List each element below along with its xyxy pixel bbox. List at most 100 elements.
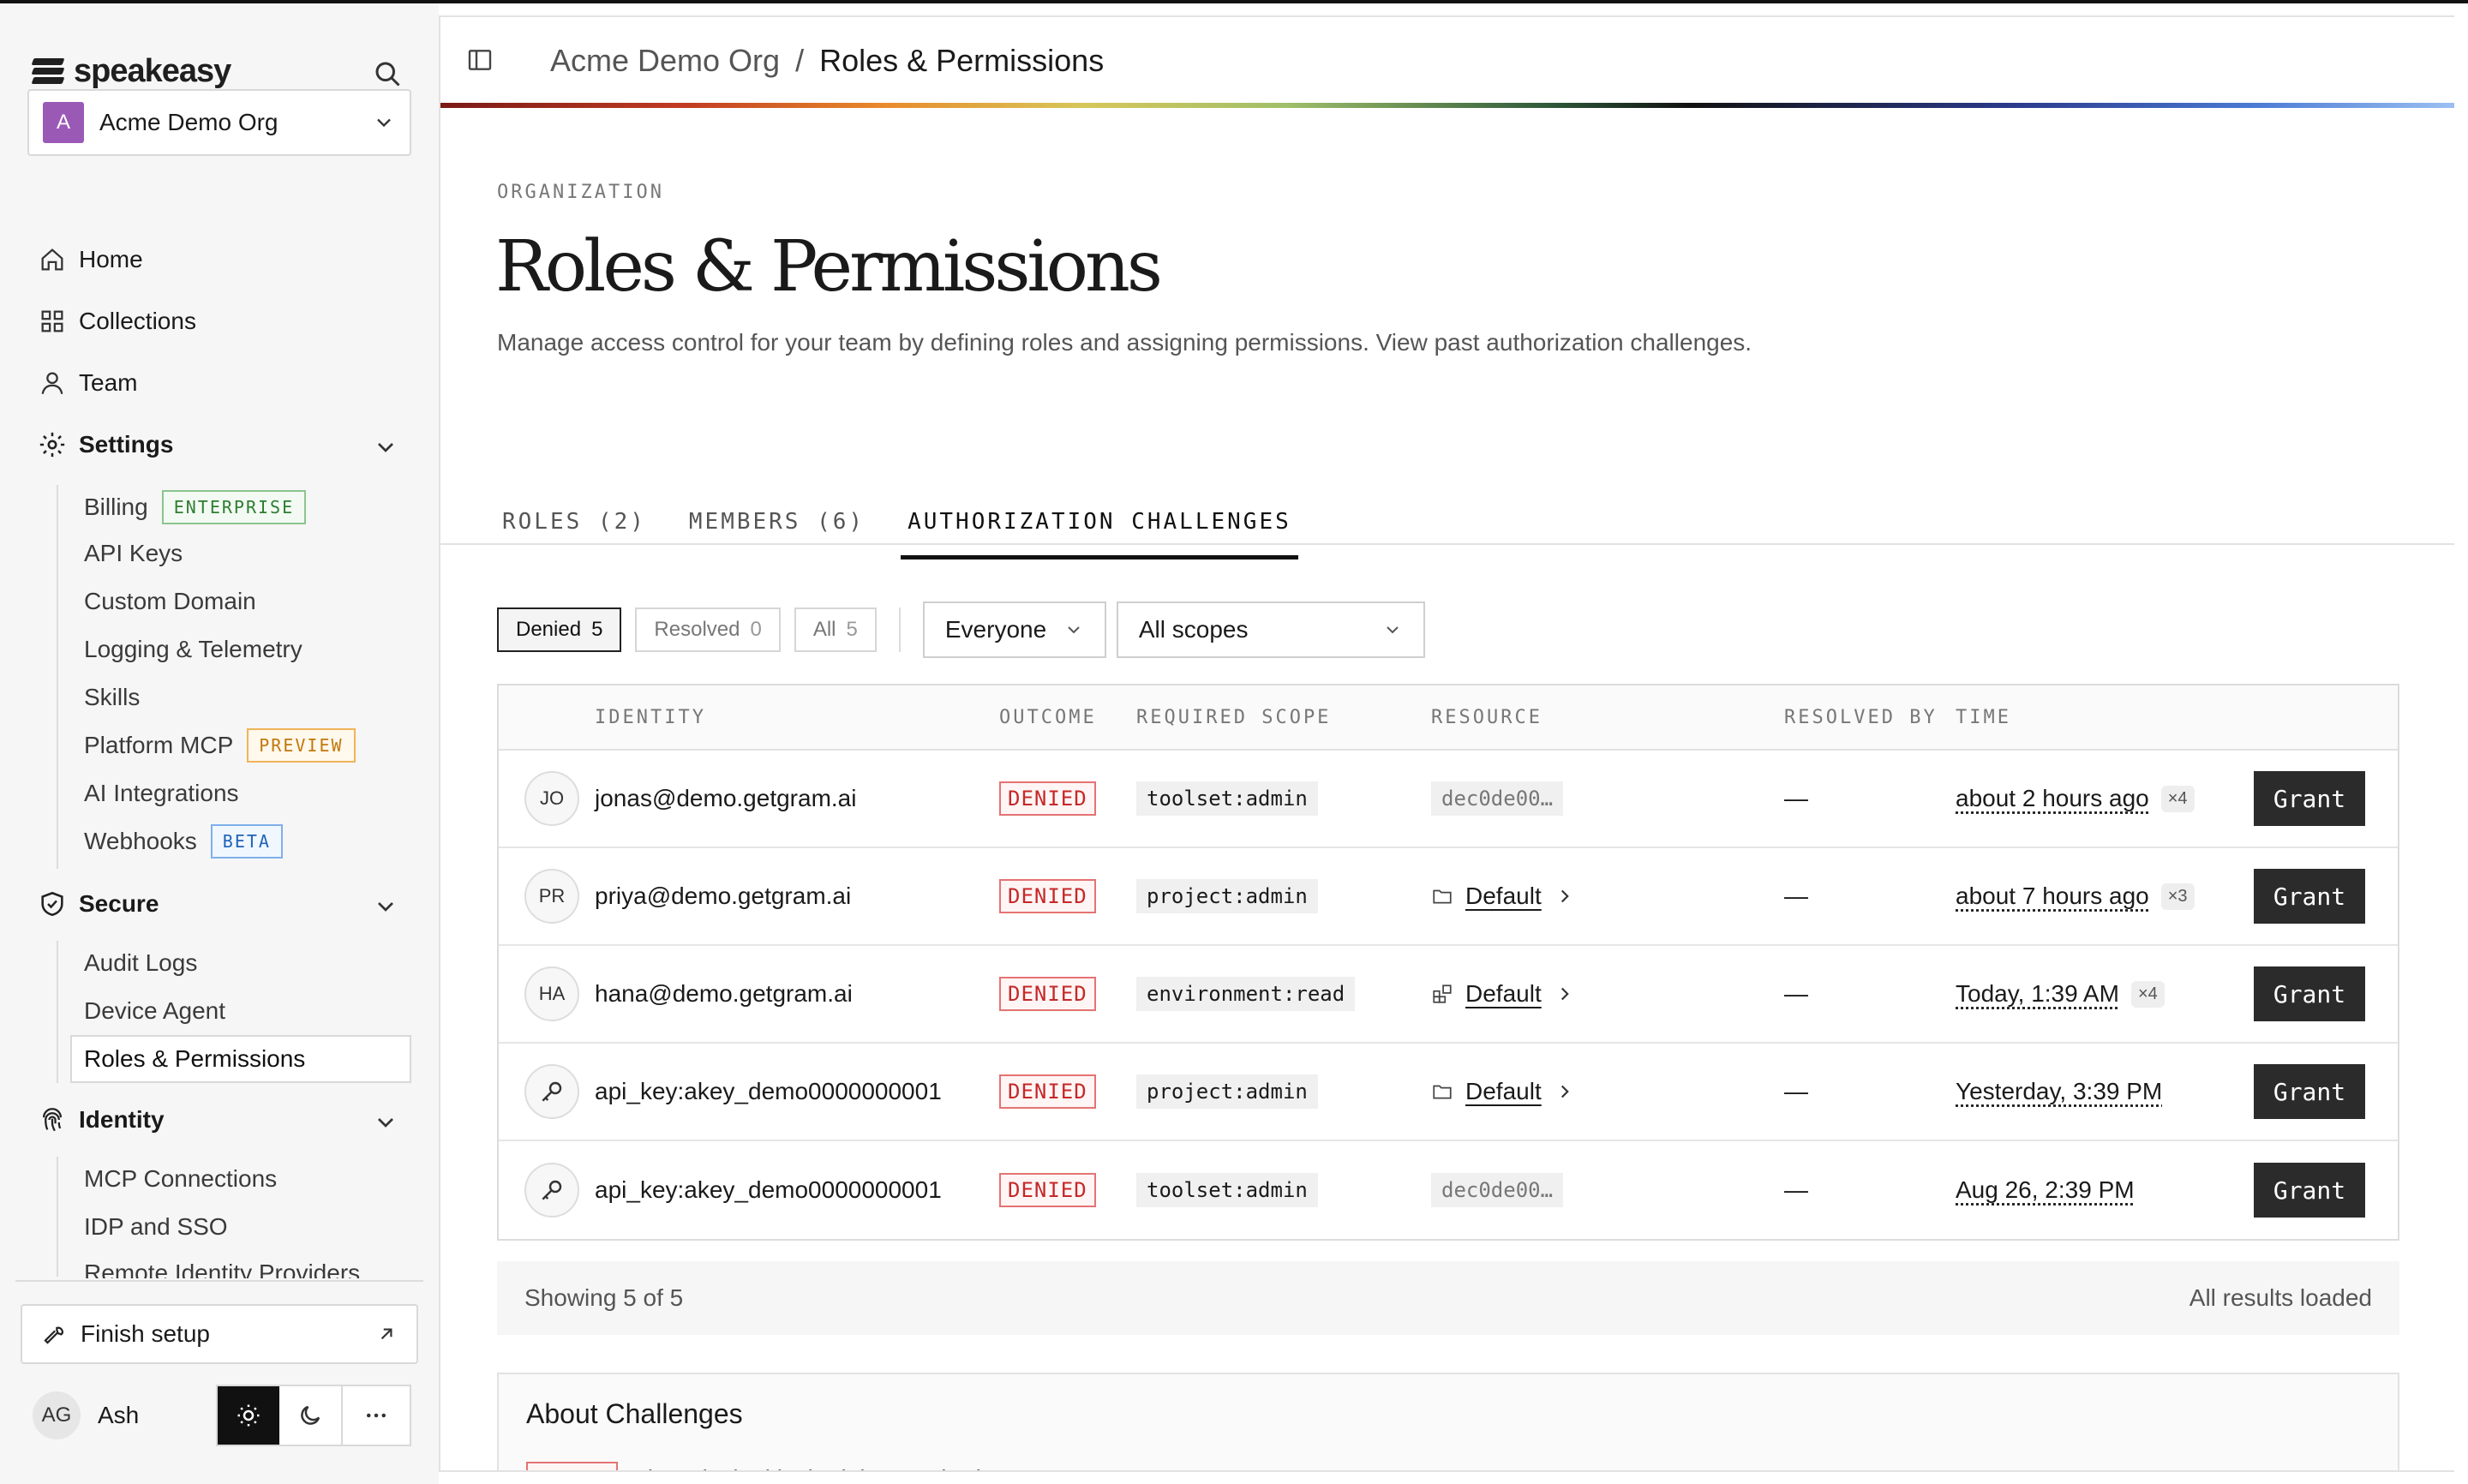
sidebar-item-platform-mcp[interactable]: Platform MCP PREVIEW bbox=[84, 728, 356, 763]
table-row: PR priya@demo.getgram.ai DENIED project:… bbox=[499, 848, 2398, 946]
identity: api_key:akey_demo0000000001 bbox=[595, 1078, 942, 1104]
logo-text: speakeasy bbox=[74, 53, 231, 89]
main-panel: Acme Demo Org / Roles & Permissions ORGA… bbox=[439, 15, 2454, 1472]
sidebar-item-roles-permissions[interactable]: Roles & Permissions bbox=[84, 1045, 305, 1073]
tab-authorization-challenges[interactable]: AUTHORIZATION CHALLENGES bbox=[901, 490, 1298, 559]
grant-button[interactable]: Grant bbox=[2254, 771, 2365, 826]
scope-select[interactable]: All scopes bbox=[1116, 601, 1425, 658]
avatar: AG bbox=[33, 1391, 81, 1439]
required-scope: toolset:admin bbox=[1136, 1173, 1318, 1207]
user-icon bbox=[41, 372, 63, 395]
resource-link[interactable]: Default bbox=[1431, 1078, 1576, 1105]
timestamp[interactable]: about 2 hours ago bbox=[1956, 785, 2149, 812]
environment-icon bbox=[1433, 984, 1452, 1003]
chevron-down-icon bbox=[377, 118, 391, 128]
filter-denied[interactable]: Denied 5 bbox=[497, 607, 622, 652]
preview-badge: PREVIEW bbox=[247, 728, 356, 763]
tab-underline bbox=[440, 543, 2454, 545]
nav-secure[interactable]: Secure bbox=[38, 889, 159, 919]
sidebar-item-webhooks[interactable]: Webhooks BETA bbox=[84, 824, 283, 859]
about-title: About Challenges bbox=[526, 1398, 743, 1429]
filter-count: 5 bbox=[846, 618, 858, 641]
chevron-down-icon[interactable] bbox=[372, 1109, 399, 1136]
filter-count: 5 bbox=[591, 618, 603, 641]
sidebar-item-skills[interactable]: Skills bbox=[84, 684, 140, 711]
nav-home[interactable]: Home bbox=[38, 245, 143, 274]
time-cell: about 7 hours ago ×3 bbox=[1956, 883, 2195, 910]
resolved-by: — bbox=[1784, 785, 1808, 811]
gradient-divider bbox=[440, 103, 2454, 108]
timestamp[interactable]: Yesterday, 3:39 PM bbox=[1956, 1078, 2162, 1105]
sidebar-item-label: AI Integrations bbox=[84, 780, 239, 806]
resolved-by: — bbox=[1784, 1176, 1808, 1203]
sidebar-item-device-agent[interactable]: Device Agent bbox=[84, 997, 225, 1025]
sidebar-item-label: API Keys bbox=[84, 540, 183, 566]
resource-link[interactable]: Default bbox=[1431, 980, 1576, 1008]
timestamp[interactable]: about 7 hours ago bbox=[1956, 883, 2149, 910]
chevron-down-icon[interactable] bbox=[372, 893, 399, 920]
select-value: All scopes bbox=[1138, 616, 1249, 643]
grant-button[interactable]: Grant bbox=[2254, 1064, 2365, 1119]
sidebar-item-custom-domain[interactable]: Custom Domain bbox=[84, 588, 256, 615]
table-row: HA hana@demo.getgram.ai DENIED environme… bbox=[499, 946, 2398, 1044]
resource-link[interactable]: Default bbox=[1431, 883, 1576, 910]
sidebar-item-label: Device Agent bbox=[84, 997, 225, 1024]
beta-badge: BETA bbox=[210, 824, 283, 859]
timestamp[interactable]: Today, 1:39 AM bbox=[1956, 980, 2119, 1008]
sidebar-item-logging[interactable]: Logging & Telemetry bbox=[84, 636, 303, 663]
sidebar-divider bbox=[15, 1280, 423, 1282]
grant-button[interactable]: Grant bbox=[2254, 869, 2365, 924]
nav-collections[interactable]: Collections bbox=[38, 307, 196, 336]
timestamp[interactable]: Aug 26, 2:39 PM bbox=[1956, 1176, 2135, 1204]
time-cell: about 2 hours ago ×4 bbox=[1956, 785, 2195, 812]
page-eyebrow: ORGANIZATION bbox=[497, 182, 664, 203]
filter-label: Denied bbox=[516, 618, 582, 641]
tab-roles[interactable]: ROLES (2) bbox=[495, 490, 653, 559]
tab-members[interactable]: MEMBERS (6) bbox=[682, 490, 872, 559]
required-scope: project:admin bbox=[1136, 1074, 1318, 1109]
sidebar-item-billing[interactable]: Billing ENTERPRISE bbox=[84, 490, 307, 524]
more-button[interactable] bbox=[341, 1386, 410, 1445]
breadcrumb-org[interactable]: Acme Demo Org bbox=[550, 43, 780, 79]
folder-icon bbox=[1433, 1085, 1452, 1099]
sidebar-item-api-keys[interactable]: API Keys bbox=[84, 540, 183, 567]
speakeasy-logo-icon bbox=[31, 57, 65, 87]
sidebar-item-idp-sso[interactable]: IDP and SSO bbox=[84, 1213, 228, 1241]
resource-id: dec0de00… bbox=[1431, 781, 1564, 816]
dark-mode-button[interactable] bbox=[279, 1386, 341, 1445]
home-icon bbox=[41, 248, 63, 271]
search-icon[interactable] bbox=[372, 58, 403, 89]
results-status: All results loaded bbox=[2189, 1284, 2372, 1311]
nav-settings[interactable]: Settings bbox=[38, 430, 173, 459]
required-scope: environment:read bbox=[1136, 977, 1356, 1011]
nav-team[interactable]: Team bbox=[38, 368, 137, 398]
time-cell: Yesterday, 3:39 PM bbox=[1956, 1078, 2162, 1105]
identity-select[interactable]: Everyone bbox=[922, 601, 1106, 658]
sidebar-item-mcp-connections[interactable]: MCP Connections bbox=[84, 1165, 277, 1193]
time-cell: Today, 1:39 AM ×4 bbox=[1956, 980, 2165, 1008]
user-menu[interactable]: AG Ash bbox=[33, 1391, 139, 1439]
grant-button[interactable]: Grant bbox=[2254, 1163, 2365, 1218]
sidebar-toggle-icon[interactable] bbox=[466, 46, 494, 74]
sidebar-item-label: Skills bbox=[84, 684, 141, 710]
count-badge: ×4 bbox=[2130, 980, 2165, 1008]
challenges-table: IDENTITY OUTCOME REQUIRED SCOPE RESOURCE… bbox=[497, 684, 2399, 1241]
filter-resolved[interactable]: Resolved 0 bbox=[635, 607, 781, 652]
nav-identity[interactable]: Identity bbox=[38, 1105, 165, 1134]
sidebar-item-remote-idp[interactable]: Remote Identity Providers bbox=[84, 1260, 360, 1278]
logo[interactable]: speakeasy bbox=[31, 53, 231, 90]
sidebar-item-label: Platform MCP bbox=[84, 732, 234, 758]
filter-all[interactable]: All 5 bbox=[794, 607, 877, 652]
identity: hana@demo.getgram.ai bbox=[595, 980, 853, 1007]
finish-setup-button[interactable]: Finish setup bbox=[21, 1304, 418, 1364]
sidebar-item-label: Remote Identity Providers bbox=[84, 1260, 361, 1278]
light-mode-button[interactable] bbox=[218, 1386, 279, 1445]
sidebar-item-ai-integrations[interactable]: AI Integrations bbox=[84, 780, 239, 807]
sidebar-item-audit-logs[interactable]: Audit Logs bbox=[84, 949, 197, 977]
nav-label: Secure bbox=[79, 890, 159, 917]
chevron-down-icon[interactable] bbox=[372, 434, 399, 461]
org-name: Acme Demo Org bbox=[99, 109, 279, 135]
org-switcher[interactable]: A Acme Demo Org bbox=[27, 89, 411, 156]
chevron-right-icon bbox=[1560, 1085, 1569, 1098]
grant-button[interactable]: Grant bbox=[2254, 966, 2365, 1021]
